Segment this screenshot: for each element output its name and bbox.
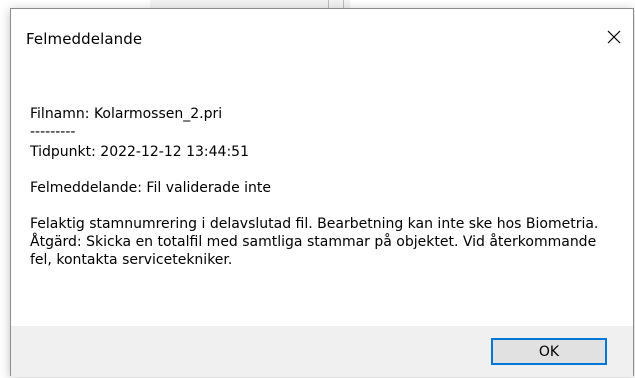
dialog-title: Felmeddelande: [26, 30, 143, 48]
filename-text: Filnamn: Kolarmossen_2.pri: [30, 106, 223, 122]
error-dialog: Felmeddelande Filnamn: Kolarmossen_2.pri…: [10, 8, 634, 377]
ok-button[interactable]: OK: [491, 338, 607, 365]
close-icon: [607, 30, 621, 44]
dialog-footer: OK: [11, 326, 633, 377]
error-message-text: Felmeddelande: Fil validerade inte: [30, 180, 271, 196]
dialog-titlebar: Felmeddelande: [11, 9, 633, 63]
separator-text: ---------: [30, 124, 76, 140]
close-button[interactable]: [595, 18, 633, 56]
error-details-text: Felaktig stamnumrering i delavslutad fil…: [30, 216, 599, 268]
timestamp-text: Tidpunkt: 2022-12-12 13:44:51: [30, 144, 249, 160]
dialog-content: Filnamn: Kolarmossen_2.pri --------- Tid…: [11, 63, 633, 326]
